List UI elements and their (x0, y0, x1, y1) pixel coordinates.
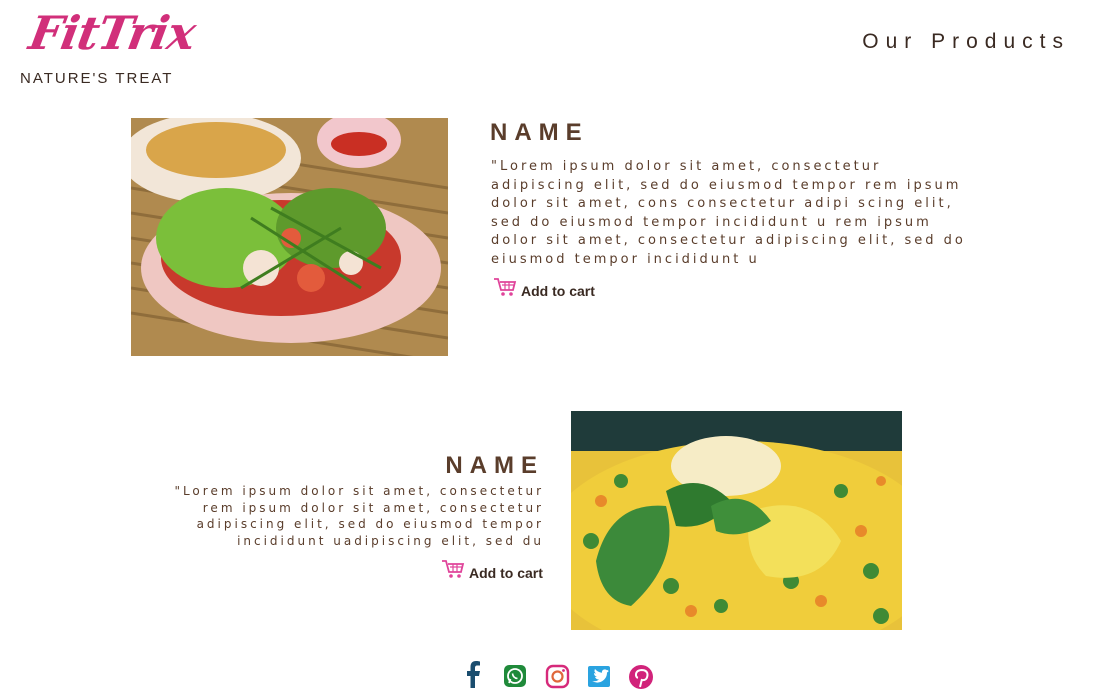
brand-logo[interactable]: FitTrix NATURE'S TREAT (18, 6, 199, 87)
facebook-link[interactable] (459, 660, 487, 690)
product-description: "Lorem ipsum dolor sit amet, consectetur… (491, 159, 966, 267)
whatsapp-icon (504, 665, 526, 687)
twitter-link[interactable] (585, 660, 613, 690)
pinterest-link[interactable] (627, 660, 655, 690)
instagram-icon (545, 664, 570, 689)
nav-our-products[interactable]: Our Products (862, 30, 1070, 54)
facebook-icon (467, 661, 480, 688)
cart-icon (442, 560, 465, 578)
social-links (0, 660, 1100, 690)
add-to-cart-button[interactable]: Add to cart (493, 275, 595, 299)
product-description: "Lorem ipsum dolor sit amet, consectetur… (174, 484, 544, 548)
add-to-cart-button[interactable]: Add to cart (441, 557, 543, 581)
cart-icon (494, 278, 517, 296)
instagram-link[interactable] (543, 660, 571, 690)
twitter-icon (588, 666, 610, 687)
product-image-seafood-salad (131, 118, 448, 356)
whatsapp-link[interactable] (501, 660, 529, 690)
add-to-cart-label: Add to cart (521, 283, 595, 299)
product-name: NAME (490, 119, 589, 146)
product-image-vegetable-rice (571, 411, 902, 630)
brand-tagline: NATURE'S TREAT (20, 70, 174, 87)
brand-name: FitTrix (25, 6, 200, 60)
add-to-cart-label: Add to cart (469, 565, 543, 581)
product-name: NAME (445, 452, 544, 479)
pinterest-icon (629, 665, 653, 689)
